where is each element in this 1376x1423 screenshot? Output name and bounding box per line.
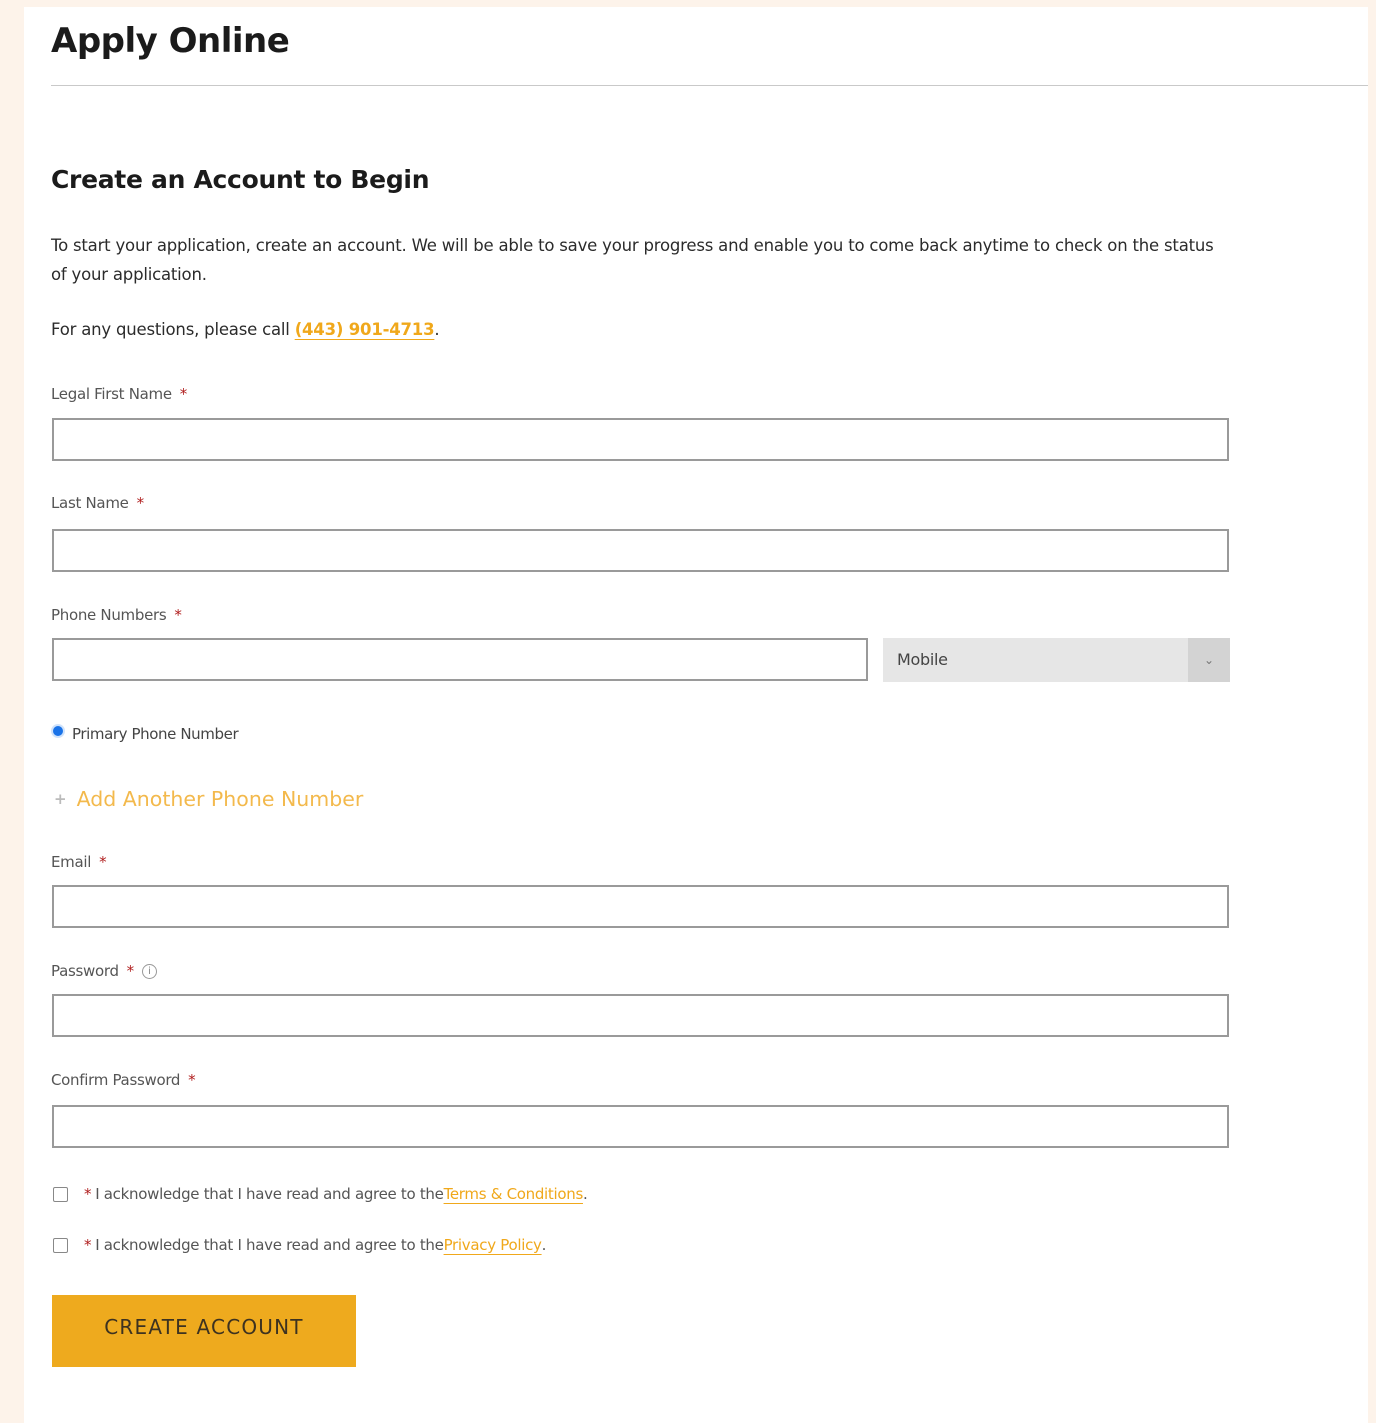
primary-phone-label: Primary Phone Number — [72, 725, 239, 743]
privacy-checkbox[interactable] — [53, 1237, 68, 1253]
primary-phone-option[interactable]: Primary Phone Number — [51, 724, 239, 743]
first-name-label: Legal First Name * — [51, 385, 187, 403]
confirm-password-input[interactable] — [52, 1105, 1229, 1148]
privacy-agreement: * I acknowledge that I have read and agr… — [53, 1236, 546, 1254]
terms-checkbox[interactable] — [53, 1186, 68, 1202]
password-label-text: Password — [51, 962, 119, 980]
phone-label-text: Phone Numbers — [51, 606, 167, 624]
required-marker: * — [136, 494, 145, 512]
questions-suffix: . — [434, 320, 440, 339]
phone-type-value: Mobile — [897, 650, 948, 669]
primary-phone-radio[interactable] — [51, 724, 65, 738]
required-marker: * — [84, 1236, 92, 1254]
plus-icon: + — [54, 790, 67, 808]
section-heading: Create an Account to Begin — [51, 165, 430, 194]
required-marker: * — [99, 853, 107, 871]
info-icon[interactable]: i — [141, 964, 157, 979]
intro-text: To start your application, create an acc… — [51, 236, 1214, 284]
email-label-text: Email — [51, 853, 92, 871]
password-label: Password * i — [51, 962, 157, 981]
email-input[interactable] — [52, 885, 1229, 928]
required-marker: * — [179, 385, 188, 403]
add-phone-button[interactable]: + Add Another Phone Number — [54, 787, 363, 811]
last-name-input[interactable] — [52, 529, 1229, 572]
privacy-suffix: . — [541, 1236, 547, 1254]
password-input[interactable] — [52, 994, 1229, 1037]
form-panel: Apply Online Create an Account to Begin … — [24, 7, 1368, 1423]
phone-type-select[interactable]: Mobile ⌄ — [883, 638, 1230, 682]
required-marker: * — [174, 606, 182, 624]
required-marker: * — [188, 1071, 196, 1089]
chevron-down-icon[interactable]: ⌄ — [1188, 638, 1230, 682]
add-phone-label: Add Another Phone Number — [76, 787, 364, 811]
phone-label: Phone Numbers * — [51, 606, 182, 624]
terms-suffix: . — [582, 1185, 588, 1203]
privacy-text: I acknowledge that I have read and agree… — [95, 1236, 444, 1254]
first-name-label-text: Legal First Name — [51, 385, 172, 403]
confirm-password-label-text: Confirm Password — [51, 1071, 181, 1089]
last-name-label: Last Name * — [51, 494, 144, 512]
email-label: Email * — [51, 853, 107, 871]
title-divider — [51, 85, 1368, 86]
questions-prefix: For any questions, please call — [51, 320, 295, 339]
phone-link[interactable]: (443) 901-4713 — [295, 320, 435, 339]
questions-text: For any questions, please call (443) 901… — [51, 320, 440, 339]
required-marker: * — [126, 962, 135, 980]
last-name-label-text: Last Name — [51, 494, 129, 512]
terms-agreement: * I acknowledge that I have read and agr… — [53, 1185, 588, 1203]
first-name-input[interactable] — [52, 418, 1229, 461]
page-title: Apply Online — [51, 21, 290, 61]
confirm-password-label: Confirm Password * — [51, 1071, 196, 1089]
phone-input[interactable] — [52, 638, 868, 681]
privacy-link[interactable]: Privacy Policy — [444, 1236, 542, 1254]
create-account-button[interactable]: CREATE ACCOUNT — [52, 1295, 356, 1367]
terms-text: I acknowledge that I have read and agree… — [95, 1185, 444, 1203]
terms-link[interactable]: Terms & Conditions — [444, 1185, 584, 1203]
required-marker: * — [84, 1185, 92, 1203]
